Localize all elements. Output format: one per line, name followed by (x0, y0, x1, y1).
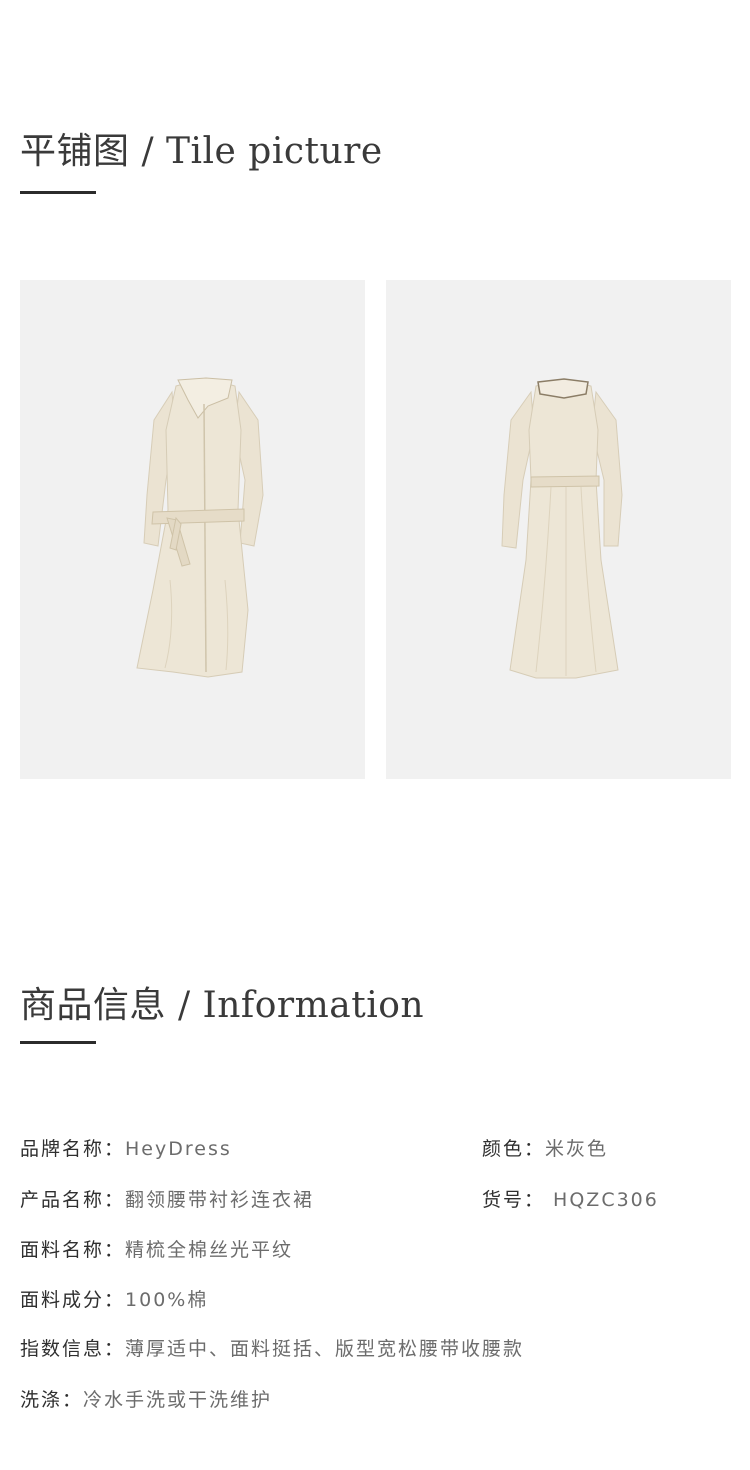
washing-value: 冷水手洗或干洗维护 (83, 1389, 273, 1411)
tile-section-title: 平铺图 / Tile picture (20, 131, 383, 172)
brand-value: HeyDress (125, 1138, 232, 1160)
product-name-value: 翻领腰带衬衫连衣裙 (125, 1189, 315, 1211)
info-row-fabric-name: 面料名称：精梳全棉丝光平纹 (20, 1235, 293, 1262)
info-row-item-number: 货号： HQZC306 (482, 1185, 659, 1212)
color-label: 颜色： (482, 1138, 546, 1160)
item-number-value: HQZC306 (545, 1189, 659, 1211)
composition-value: 100%棉 (125, 1289, 209, 1311)
info-row-product-name: 产品名称：翻领腰带衬衫连衣裙 (20, 1185, 314, 1212)
product-name-label: 产品名称： (20, 1189, 126, 1211)
item-number-label: 货号： (482, 1189, 546, 1211)
info-row-composition: 面料成分：100%棉 (20, 1285, 208, 1312)
info-row-index-info: 指数信息：薄厚适中、面料挺括、版型宽松腰带收腰款 (20, 1334, 524, 1361)
dress-front-photo (20, 280, 365, 779)
brand-label: 品牌名称： (20, 1138, 126, 1160)
dress-back-image (501, 378, 623, 679)
info-title-underline (20, 1041, 96, 1044)
index-info-label: 指数信息： (20, 1338, 126, 1360)
dress-front-image (136, 377, 264, 678)
info-row-brand: 品牌名称：HeyDress (20, 1134, 232, 1161)
dress-back-photo (386, 280, 731, 779)
tile-title-underline (20, 191, 96, 194)
info-row-washing: 洗涤：冷水手洗或干洗维护 (20, 1385, 272, 1412)
washing-label: 洗涤： (20, 1389, 84, 1411)
info-row-color: 颜色：米灰色 (482, 1134, 608, 1161)
composition-label: 面料成分： (20, 1289, 126, 1311)
color-value: 米灰色 (545, 1138, 609, 1160)
info-section-title: 商品信息 / Information (20, 985, 425, 1026)
fabric-name-label: 面料名称： (20, 1239, 126, 1261)
index-info-value: 薄厚适中、面料挺括、版型宽松腰带收腰款 (125, 1338, 525, 1360)
fabric-name-value: 精梳全棉丝光平纹 (125, 1239, 294, 1261)
